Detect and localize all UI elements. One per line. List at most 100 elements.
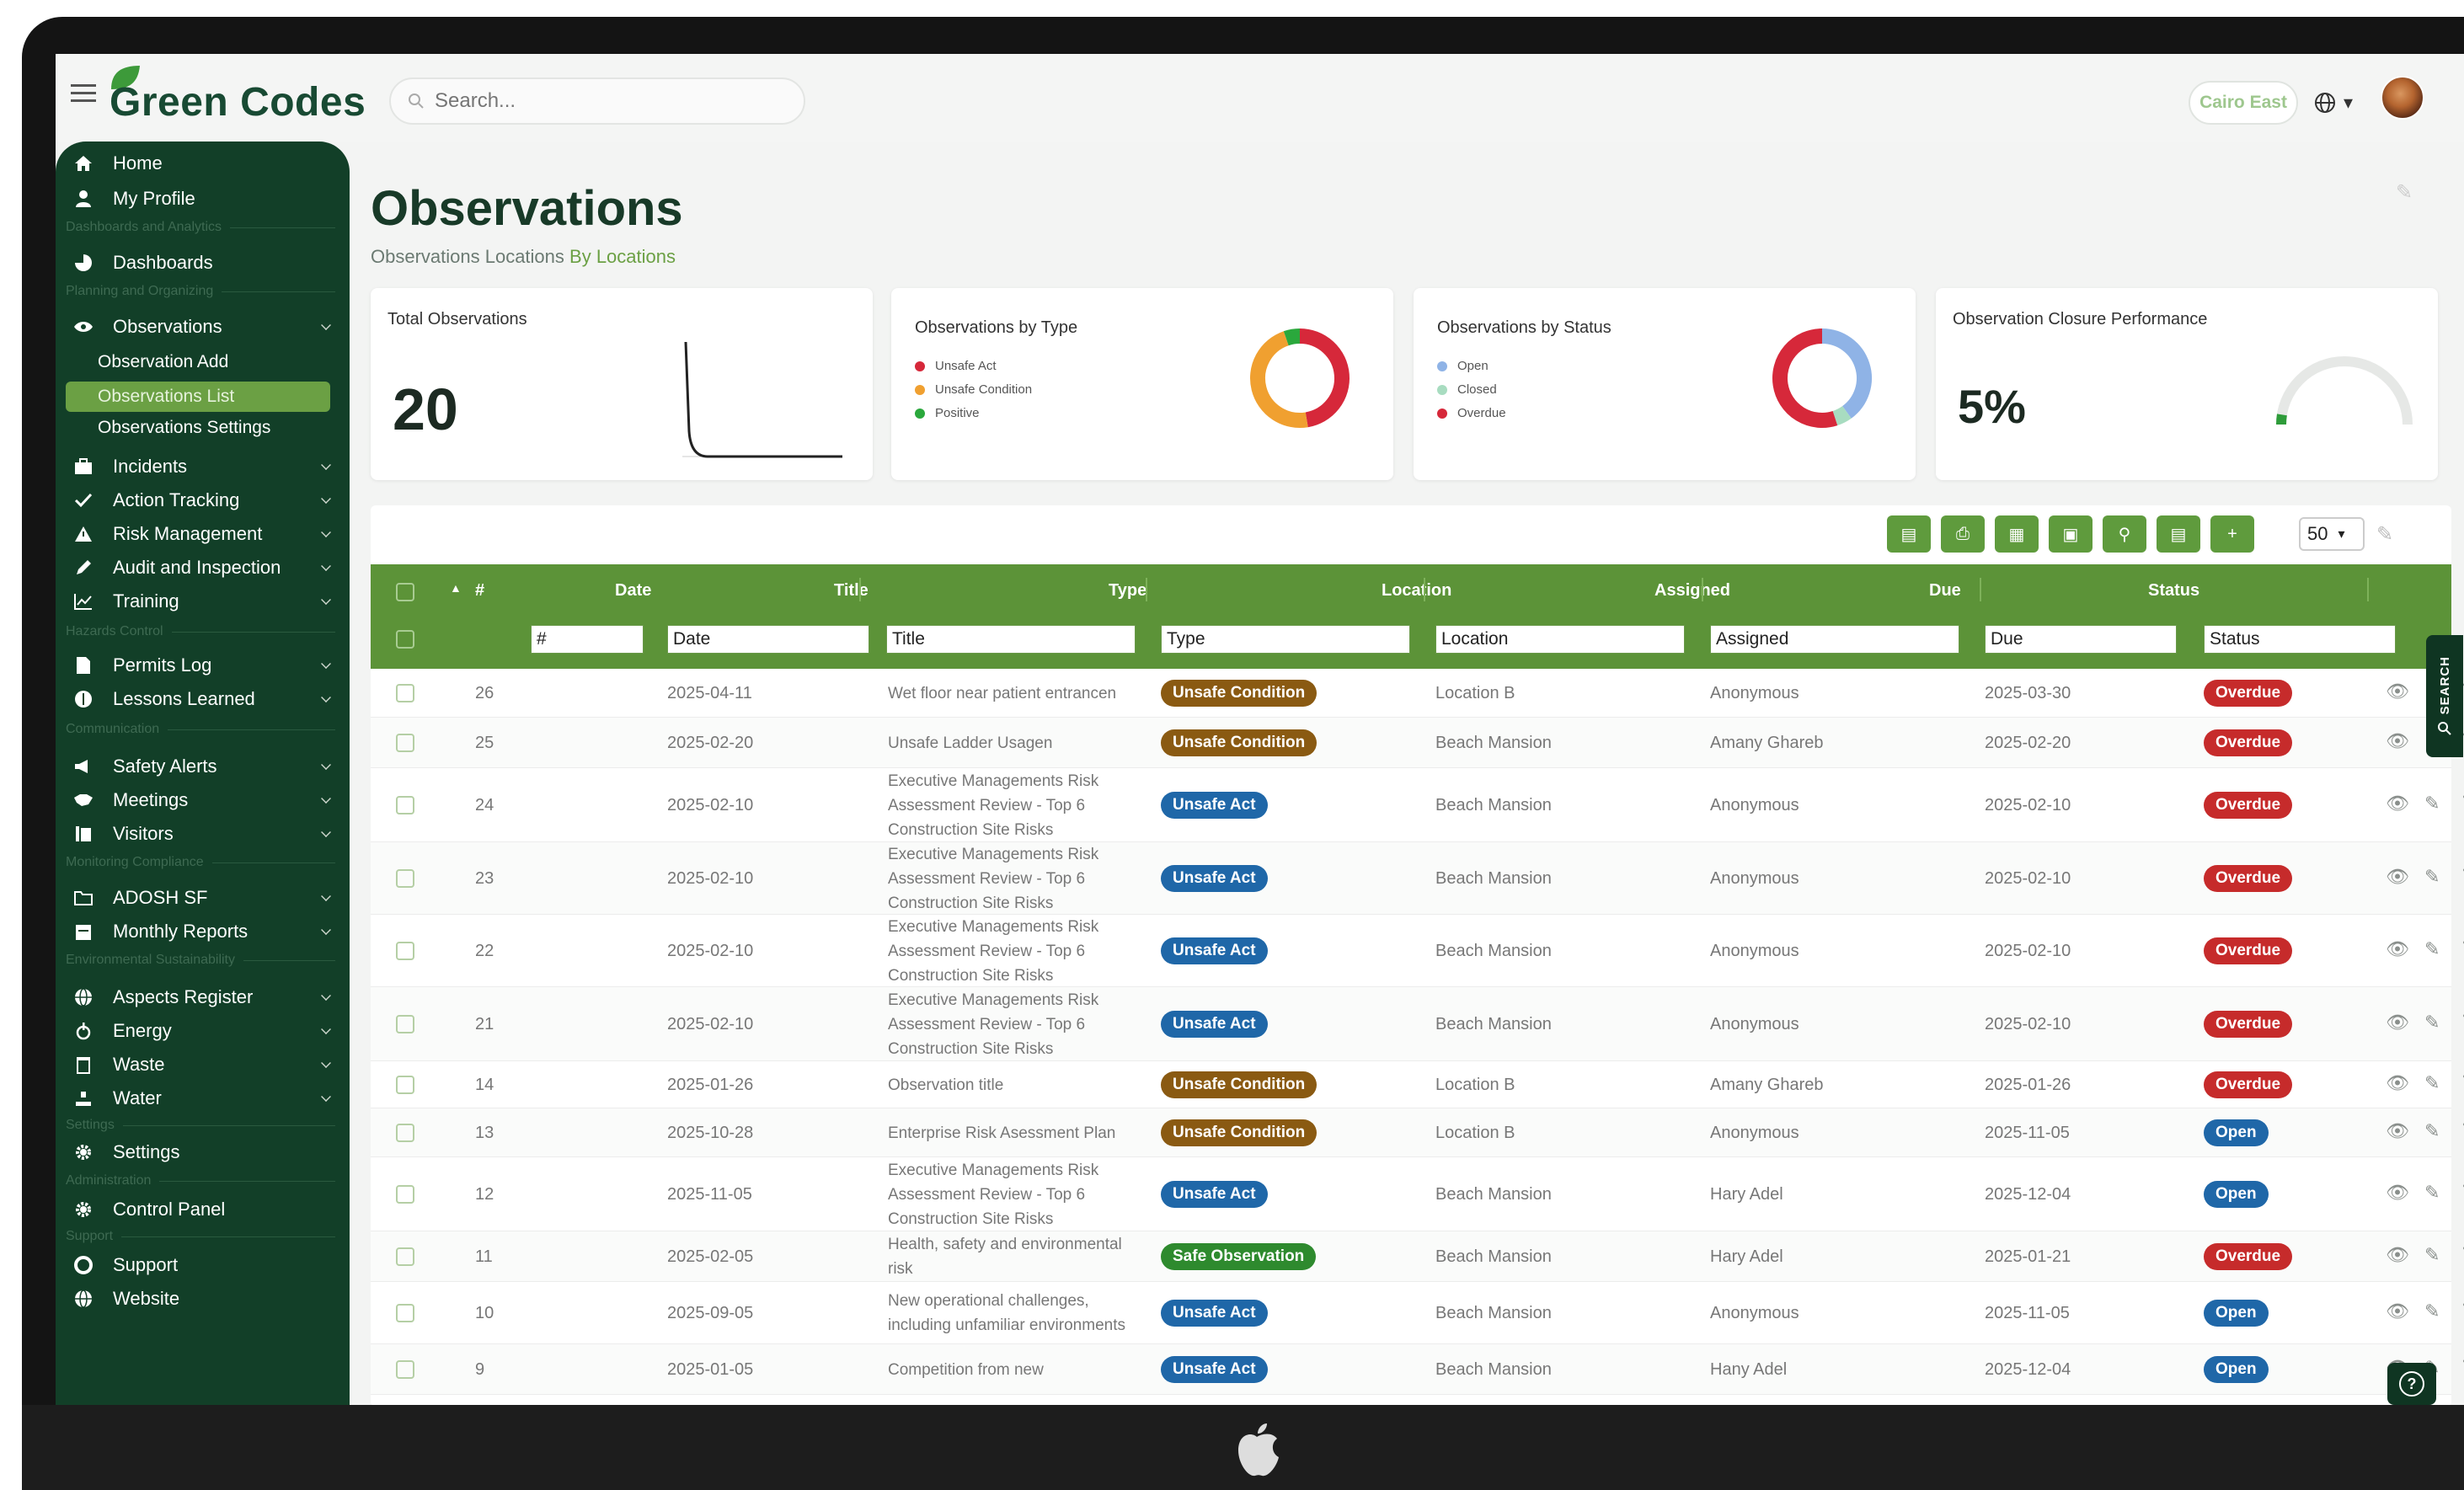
avatar[interactable]: [2381, 76, 2424, 120]
select-all-checkbox[interactable]: [396, 583, 414, 601]
export-pdf-button[interactable]: ▤: [2157, 515, 2200, 553]
column-header-assigned[interactable]: Assigned: [1654, 581, 1730, 601]
calendar-view-button[interactable]: ▣: [2049, 515, 2093, 553]
edit-icon[interactable]: ✎: [2424, 793, 2440, 814]
delete-icon[interactable]: 🗑: [2460, 1012, 2464, 1033]
view-icon[interactable]: 👁: [2386, 938, 2409, 960]
filter-assigned[interactable]: Assigned: [1710, 625, 1959, 654]
row-checkbox[interactable]: [396, 684, 414, 702]
row-title[interactable]: Competition from new: [888, 1358, 1132, 1382]
sidebar-item-permits-log[interactable]: Permits Log: [56, 649, 350, 682]
view-icon[interactable]: 👁: [2386, 1182, 2409, 1204]
table-row[interactable]: 9 2025-01-05 Competition from new Unsafe Ac…: [371, 1344, 2464, 1395]
row-checkbox[interactable]: [396, 1247, 414, 1266]
sidebar-sub-observations-list[interactable]: Observations List: [98, 382, 234, 412]
view-icon[interactable]: 👁: [2386, 1012, 2409, 1033]
sidebar-sub-observation-add[interactable]: Observation Add: [98, 347, 228, 377]
delete-icon[interactable]: 🗑: [2460, 1300, 2464, 1322]
columns-button[interactable]: ▦: [1995, 515, 2039, 553]
filter-title[interactable]: Title: [886, 625, 1136, 654]
row-checkbox[interactable]: [396, 1124, 414, 1142]
sidebar-item-visitors[interactable]: Visitors: [56, 817, 350, 851]
view-icon[interactable]: 👁: [2386, 866, 2409, 888]
row-checkbox[interactable]: [396, 1360, 414, 1379]
filter-location[interactable]: Location: [1435, 625, 1685, 654]
print-button[interactable]: ⎙: [1941, 515, 1985, 553]
filter-button[interactable]: ⚲: [2103, 515, 2146, 553]
delete-icon[interactable]: 🗑: [2460, 1120, 2464, 1142]
view-icon[interactable]: 👁: [2386, 1120, 2409, 1142]
filter-date[interactable]: Date: [667, 625, 869, 654]
sidebar-item-risk-management[interactable]: Risk Management: [56, 517, 350, 551]
sidebar-item-adosh-sf[interactable]: ADOSH SF: [56, 881, 350, 915]
filter-due[interactable]: Due: [1985, 625, 2177, 654]
column-header-number[interactable]: #: [475, 581, 484, 601]
row-checkbox[interactable]: [396, 1076, 414, 1094]
sidebar-sub-observations-settings[interactable]: Observations Settings: [98, 413, 270, 443]
row-checkbox[interactable]: [396, 1185, 414, 1204]
table-row[interactable]: 26 2025-04-11 Wet floor near patient entra…: [371, 669, 2464, 718]
row-checkbox[interactable]: [396, 734, 414, 752]
view-icon[interactable]: 👁: [2386, 793, 2409, 814]
edit-icon[interactable]: ✎: [2424, 1182, 2440, 1204]
table-row[interactable]: 13 2025-10-28 Enterprise Risk Asessment Pl…: [371, 1108, 2464, 1157]
row-checkbox[interactable]: [396, 942, 414, 960]
table-row[interactable]: 22 2025-02-10 Executive Managements Risk A…: [371, 915, 2464, 988]
filter-checkbox[interactable]: [396, 630, 414, 649]
row-title[interactable]: Executive Managements Risk Assessment Re…: [888, 988, 1132, 1061]
table-row[interactable]: 10 2025-09-05 New operational challenges, …: [371, 1282, 2464, 1344]
filter-number[interactable]: #: [531, 625, 644, 654]
sidebar-item-my-profile[interactable]: My Profile: [56, 182, 350, 216]
sidebar-item-incidents[interactable]: Incidents: [56, 450, 350, 483]
view-icon[interactable]: 👁: [2386, 681, 2409, 702]
sidebar-item-lessons-learned[interactable]: Lessons Learned: [56, 682, 350, 716]
row-title[interactable]: Unsafe Ladder Usagen: [888, 731, 1132, 756]
menu-toggle-icon[interactable]: [71, 84, 96, 103]
row-title[interactable]: Enterprise Risk Asessment Plan: [888, 1121, 1132, 1146]
edit-page-icon[interactable]: ✎: [2396, 180, 2421, 206]
edit-table-icon[interactable]: ✎: [2376, 522, 2393, 547]
filter-status[interactable]: Status: [2204, 625, 2396, 654]
site-selector-button[interactable]: Cairo East: [2189, 81, 2298, 125]
edit-icon[interactable]: ✎: [2424, 938, 2440, 960]
view-icon[interactable]: 👁: [2386, 1072, 2409, 1094]
sidebar-item-action-tracking[interactable]: Action Tracking: [56, 483, 350, 517]
column-header-due[interactable]: Due: [1929, 581, 1961, 601]
sidebar-item-aspects-register[interactable]: Aspects Register: [56, 980, 350, 1014]
delete-icon[interactable]: 🗑: [2460, 938, 2464, 960]
column-header-date[interactable]: Date: [615, 581, 651, 601]
sidebar-item-support[interactable]: Support: [56, 1248, 350, 1282]
sidebar-item-energy[interactable]: Energy: [56, 1014, 350, 1048]
sidebar-item-settings[interactable]: Settings: [56, 1135, 350, 1169]
row-title[interactable]: Executive Managements Risk Assessment Re…: [888, 915, 1132, 988]
sidebar-item-website[interactable]: Website: [56, 1282, 350, 1316]
row-title[interactable]: Observation title: [888, 1073, 1132, 1097]
edit-icon[interactable]: ✎: [2424, 1072, 2440, 1094]
table-row[interactable]: 23 2025-02-10 Executive Managements Risk A…: [371, 842, 2464, 915]
help-button[interactable]: ?: [2387, 1363, 2436, 1405]
view-icon[interactable]: 👁: [2386, 730, 2409, 752]
sort-icon[interactable]: ▲: [450, 581, 462, 595]
sidebar-item-dashboards[interactable]: Dashboards: [56, 246, 350, 280]
row-title[interactable]: Health, safety and environmental risk: [888, 1232, 1132, 1281]
column-header-status[interactable]: Status: [2148, 581, 2199, 601]
edit-icon[interactable]: ✎: [2424, 1120, 2440, 1142]
row-title[interactable]: Wet floor near patient entrancen: [888, 681, 1132, 706]
add-observation-button[interactable]: +: [2210, 515, 2254, 553]
language-menu[interactable]: ▾: [2313, 86, 2364, 120]
delete-icon[interactable]: 🗑: [2460, 1072, 2464, 1094]
table-row[interactable]: 14 2025-01-26 Observation title Unsafe Cond…: [371, 1061, 2464, 1108]
view-icon[interactable]: 👁: [2386, 1244, 2409, 1266]
delete-icon[interactable]: 🗑: [2460, 866, 2464, 888]
sidebar-item-audit-inspection[interactable]: Audit and Inspection: [56, 551, 350, 585]
table-row[interactable]: 21 2025-02-10 Executive Managements Risk A…: [371, 987, 2464, 1061]
edit-icon[interactable]: ✎: [2424, 866, 2440, 888]
column-header-title[interactable]: Title: [834, 581, 869, 601]
search-box[interactable]: [389, 77, 805, 125]
table-row[interactable]: 12 2025-11-05 Executive Managements Risk A…: [371, 1157, 2464, 1231]
sidebar-item-monthly-reports[interactable]: Monthly Reports: [56, 915, 350, 948]
sidebar-item-observations[interactable]: Observations: [56, 310, 350, 344]
edit-icon[interactable]: ✎: [2424, 1300, 2440, 1322]
brand-logo[interactable]: Green Codes: [110, 79, 366, 126]
search-input[interactable]: [435, 89, 755, 113]
